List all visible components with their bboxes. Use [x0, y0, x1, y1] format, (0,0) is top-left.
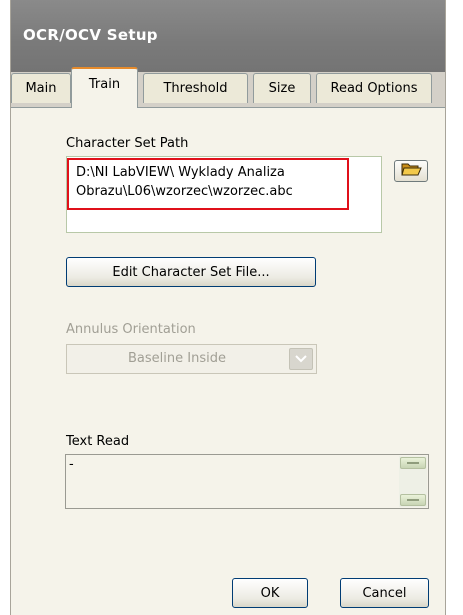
text-read-scrollbar[interactable] [399, 456, 427, 507]
charset-path-label: Character Set Path [66, 136, 189, 151]
tab-train[interactable]: Train [71, 67, 138, 108]
charset-path-line-2: Obrazu\L06\wzorzec\wzorzec.abc [76, 184, 293, 199]
annulus-orientation-label: Annulus Orientation [66, 322, 196, 337]
text-read-label: Text Read [66, 434, 130, 449]
text-read-value: - [69, 457, 74, 472]
scroll-down-grip-icon [407, 499, 419, 501]
charset-path-text: D:\NI LabVIEW\ Wyklady Analiza Obrazu\L06… [76, 163, 293, 201]
browse-button[interactable] [394, 160, 428, 182]
window-title: OCR/OCV Setup [23, 26, 158, 44]
charset-path-input[interactable]: D:\NI LabVIEW\ Wyklady Analiza Obrazu\L06… [66, 156, 382, 233]
cancel-button[interactable]: Cancel [340, 578, 429, 608]
annulus-orientation-value: Baseline Inside [128, 351, 226, 366]
tab-main[interactable]: Main [11, 73, 71, 103]
chevron-down-icon[interactable] [289, 348, 313, 370]
title-bar: OCR/OCV Setup [11, 0, 445, 72]
scroll-up-button[interactable] [400, 457, 426, 469]
dialog-window: OCR/OCV Setup Main Train Threshold Size … [10, 0, 446, 615]
tab-threshold[interactable]: Threshold [143, 73, 248, 103]
folder-open-icon [400, 161, 422, 181]
ok-button[interactable]: OK [232, 578, 308, 608]
scroll-down-button[interactable] [400, 494, 426, 506]
annulus-orientation-select[interactable]: Baseline Inside [66, 344, 317, 374]
edit-charset-button[interactable]: Edit Character Set File... [66, 257, 316, 287]
text-read-output[interactable]: - [65, 454, 429, 509]
tab-size[interactable]: Size [253, 73, 311, 103]
charset-path-line-1: D:\NI LabVIEW\ Wyklady Analiza [76, 165, 285, 180]
tab-read-options[interactable]: Read Options [316, 73, 432, 103]
scroll-up-grip-icon [407, 462, 419, 464]
